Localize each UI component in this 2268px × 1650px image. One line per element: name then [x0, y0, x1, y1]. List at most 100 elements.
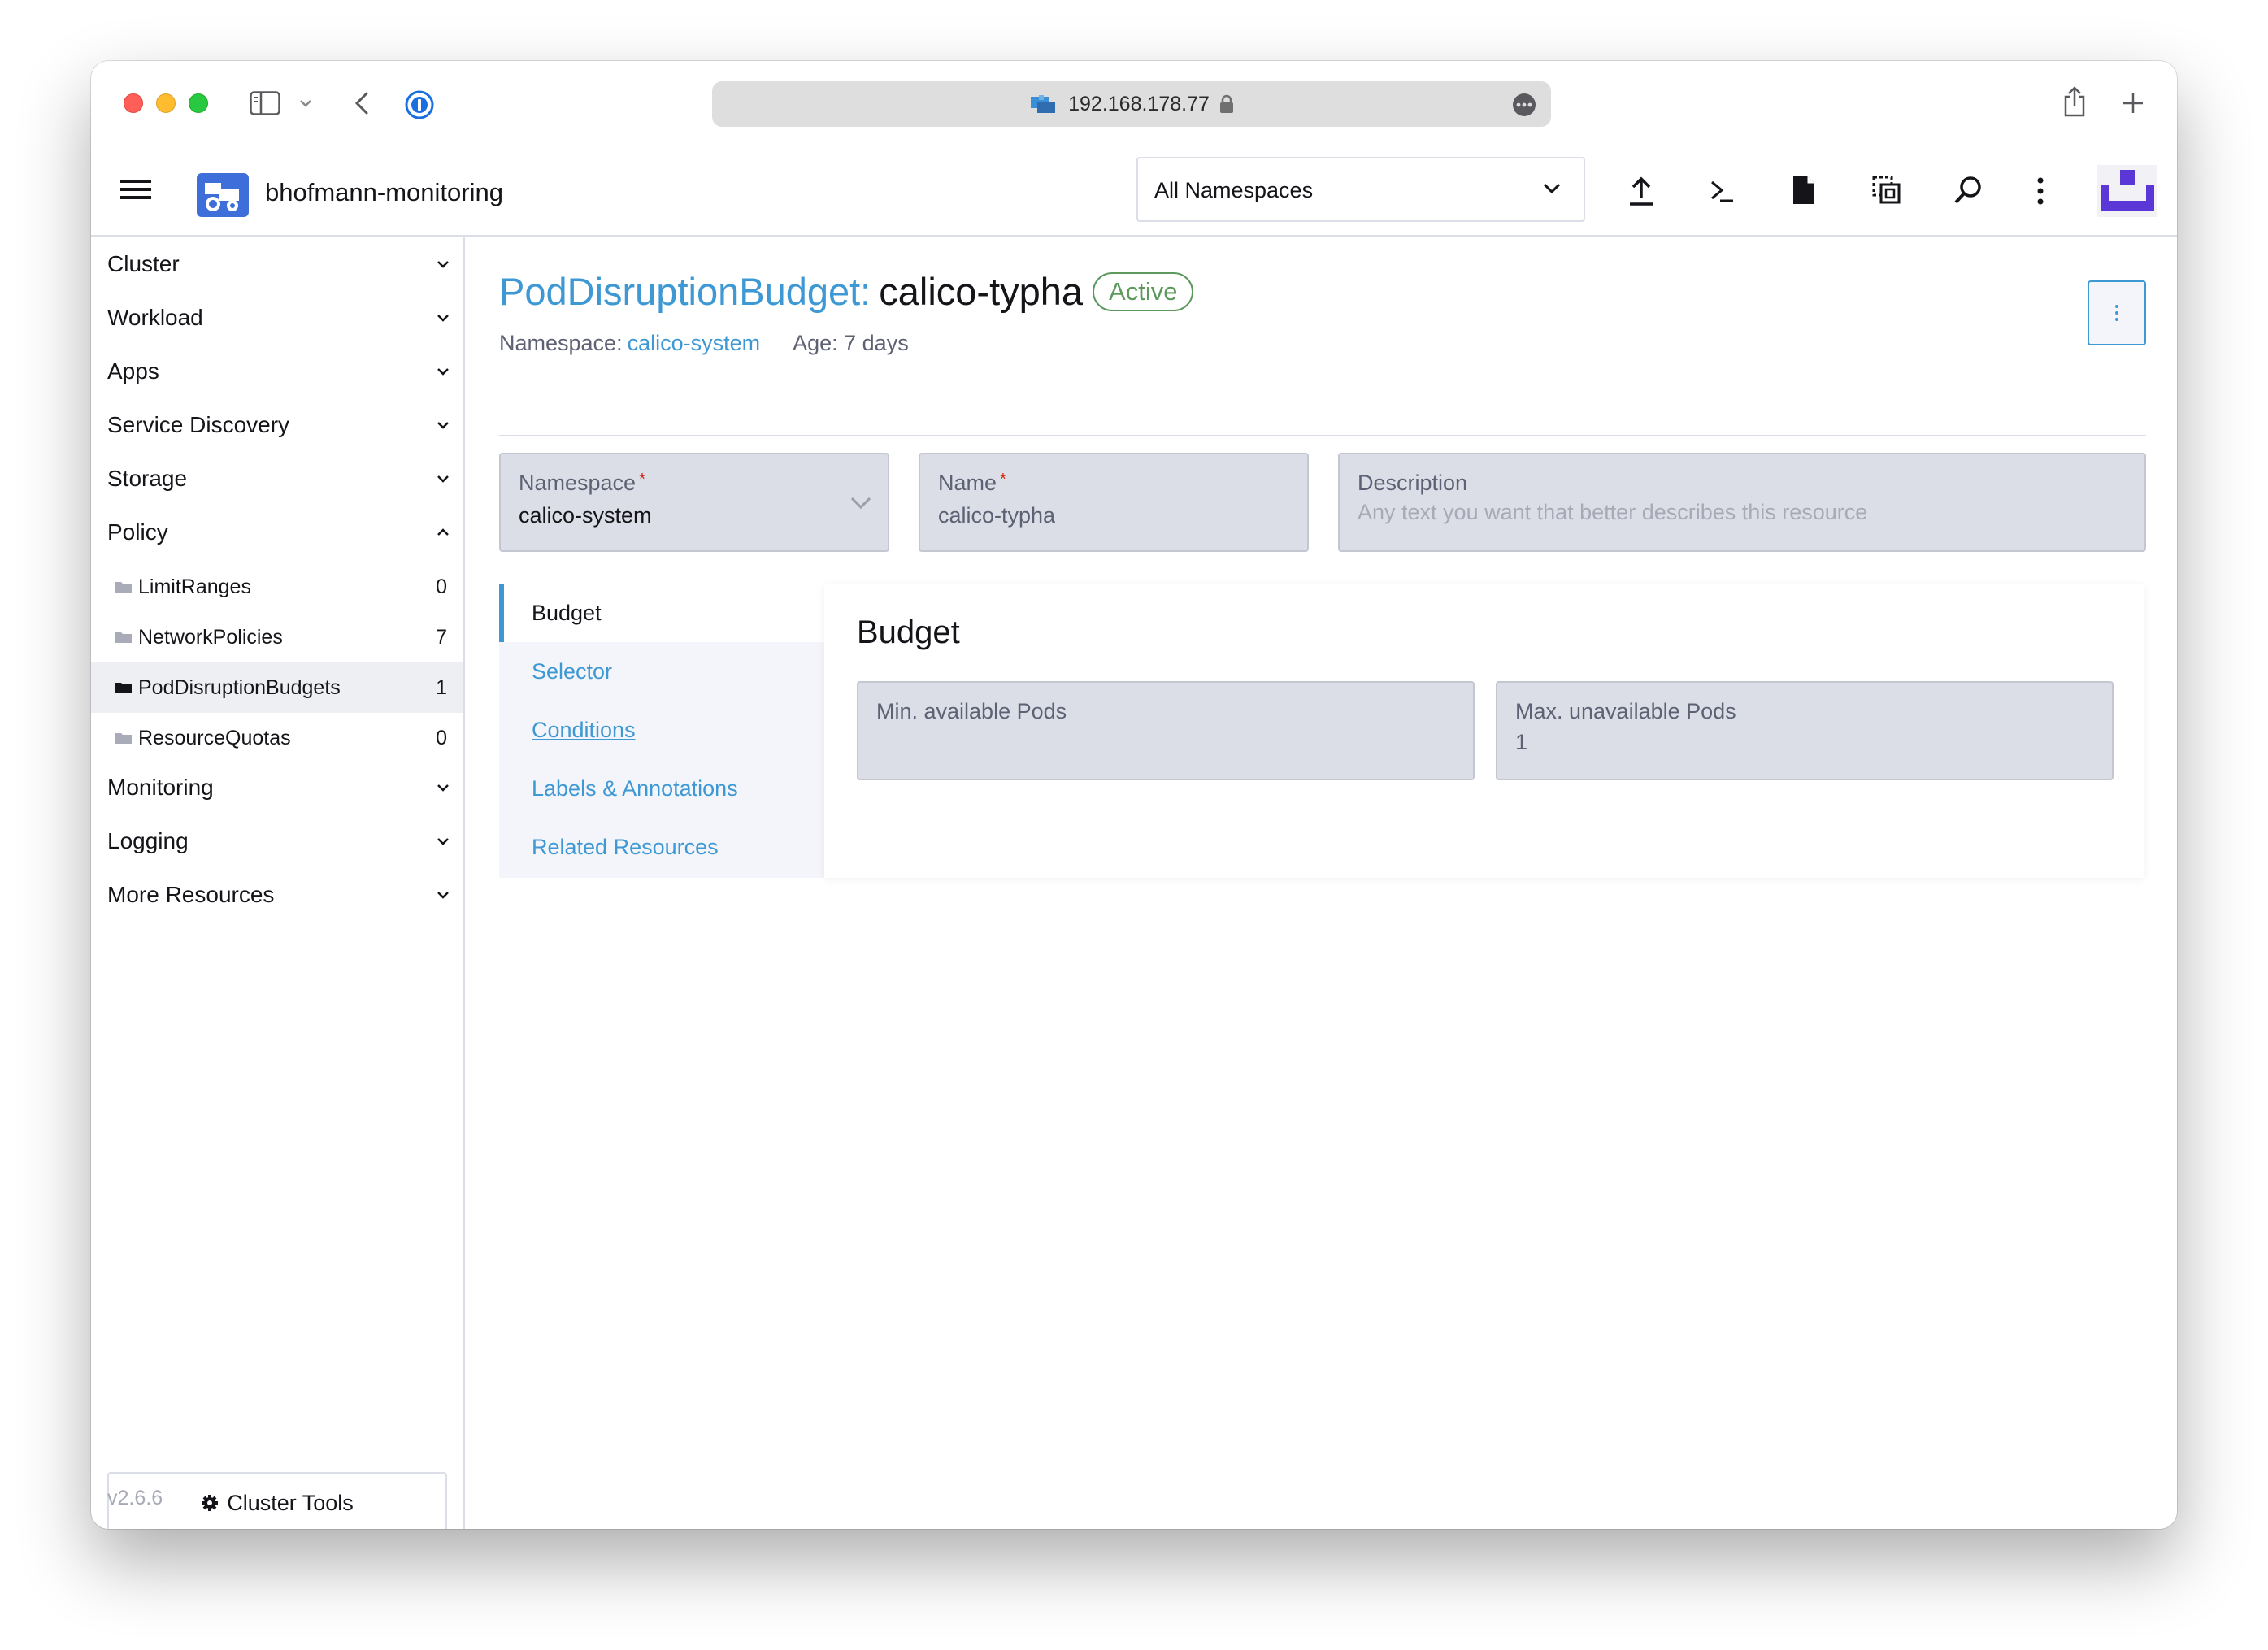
tab-related-resources[interactable]: Related Resources: [499, 818, 824, 876]
nav-group-apps[interactable]: Apps: [107, 347, 453, 396]
namespace-field-value: calico-system: [519, 503, 652, 528]
password-manager-icon[interactable]: [403, 89, 436, 121]
folder-icon: [115, 682, 132, 693]
nav-group-service-discovery[interactable]: Service Discovery: [107, 401, 453, 449]
folder-icon: [115, 581, 132, 593]
max-unavailable-pods-field[interactable]: Max. unavailable Pods 1: [1496, 681, 2114, 780]
sidebar-item-limitranges[interactable]: LimitRanges 0: [91, 562, 463, 612]
tab-label: Related Resources: [532, 834, 719, 859]
namespace-field-label: Namespace: [519, 471, 637, 495]
chevron-down-icon: [433, 415, 453, 435]
tab-budget[interactable]: Budget: [499, 584, 824, 642]
chevron-down-icon: [433, 778, 453, 797]
name-field-label: Name: [938, 471, 997, 495]
nav-group-more-resources[interactable]: More Resources: [107, 871, 453, 919]
browser-toolbar: 192.168.178.77: [91, 61, 2177, 145]
chevron-down-icon: [850, 497, 871, 510]
chevron-down-icon: [433, 308, 453, 328]
nav-group-cluster[interactable]: Cluster: [107, 240, 453, 289]
min-available-pods-label: Min. available Pods: [876, 699, 1067, 723]
tab-selector[interactable]: Selector: [499, 642, 824, 701]
nav-group-label: Logging: [107, 828, 189, 853]
chevron-down-icon: [433, 832, 453, 851]
close-window-button[interactable]: [124, 93, 143, 113]
item-count: 1: [436, 675, 447, 699]
nav-group-label: Apps: [107, 358, 159, 384]
nav-group-label: Policy: [107, 519, 168, 545]
nav-group-monitoring[interactable]: Monitoring: [107, 763, 453, 812]
actions-menu-button[interactable]: [2088, 280, 2146, 345]
main-content: PodDisruptionBudget: calico-typha Active…: [467, 237, 2177, 1529]
namespace-meta-label: Namespace:: [499, 331, 623, 355]
cluster-name[interactable]: bhofmann-monitoring: [265, 178, 503, 207]
item-count: 0: [436, 726, 447, 749]
namespace-field[interactable]: Namespace * calico-system: [499, 453, 889, 552]
import-yaml-icon[interactable]: [1627, 176, 1655, 207]
cluster-logo-icon: [197, 173, 249, 217]
nav-group-storage[interactable]: Storage: [107, 454, 453, 503]
kubectl-shell-icon[interactable]: [1709, 180, 1736, 204]
nav-group-label: Workload: [107, 305, 203, 330]
hamburger-menu-icon[interactable]: [120, 178, 153, 204]
browser-window: 192.168.178.77 bhofmann-monitoring All N…: [91, 61, 2177, 1529]
namespace-link[interactable]: calico-system: [628, 331, 761, 356]
resource-tabs: Budget Selector Conditions Labels & Anno…: [499, 584, 824, 878]
nav-group-workload[interactable]: Workload: [107, 293, 453, 342]
name-field[interactable]: Name * calico-typha: [919, 453, 1309, 552]
address-bar[interactable]: 192.168.178.77: [712, 81, 1551, 127]
more-options-icon[interactable]: [1512, 93, 1536, 117]
sidebar-toggle-icon[interactable]: [249, 90, 281, 116]
minimize-window-button[interactable]: [156, 93, 176, 113]
kebab-menu-icon[interactable]: [2036, 176, 2045, 206]
description-field-label: Description: [1358, 471, 1468, 495]
status-badge: Active: [1093, 271, 1194, 311]
age-meta: Age: 7 days: [793, 331, 909, 355]
tab-labels-annotations[interactable]: Labels & Annotations: [499, 759, 824, 818]
folder-icon: [115, 632, 132, 643]
copy-kubeconfig-icon[interactable]: [1871, 175, 1902, 206]
sidebar-item-poddisruptionbudgets[interactable]: PodDisruptionBudgets 1: [91, 662, 463, 713]
sidebar-item-label: LimitRanges: [138, 575, 251, 598]
new-tab-icon[interactable]: [2118, 89, 2148, 118]
page-title: PodDisruptionBudget: calico-typha Active: [499, 269, 1194, 314]
chevron-down-icon[interactable]: [298, 95, 314, 111]
tab-label: Budget: [532, 600, 602, 625]
nav-group-logging[interactable]: Logging: [107, 817, 453, 866]
sidebar-item-resourcequotas[interactable]: ResourceQuotas 0: [91, 713, 463, 763]
max-unavailable-pods-value: 1: [1515, 730, 1528, 754]
min-available-pods-field[interactable]: Min. available Pods: [857, 681, 1475, 780]
namespace-select[interactable]: All Namespaces: [1136, 157, 1585, 222]
chevron-down-icon: [433, 469, 453, 488]
back-arrow-icon[interactable]: [350, 90, 374, 116]
chevron-down-icon: [433, 885, 453, 905]
description-field[interactable]: Description Any text you want that bette…: [1338, 453, 2146, 552]
nav-group-label: Storage: [107, 466, 188, 491]
zoom-window-button[interactable]: [189, 93, 208, 113]
nav-group-label: Service Discovery: [107, 412, 290, 437]
share-icon[interactable]: [2058, 84, 2091, 119]
tab-label: Labels & Annotations: [532, 775, 738, 801]
chevron-up-icon: [433, 523, 453, 542]
budget-panel: Budget Min. available Pods Max. unavaila…: [824, 584, 2144, 878]
required-asterisk: *: [1000, 471, 1006, 488]
chevron-down-icon: [433, 254, 453, 274]
sidebar-item-label: ResourceQuotas: [138, 726, 291, 749]
tab-conditions[interactable]: Conditions: [499, 701, 824, 759]
description-placeholder: Any text you want that better describes …: [1358, 500, 1868, 524]
resource-meta: Namespace: calico-system Age: 7 days: [499, 331, 909, 356]
nav-group-policy[interactable]: Policy: [107, 508, 453, 557]
budget-title: Budget: [857, 614, 960, 650]
sidebar-item-networkpolicies[interactable]: NetworkPolicies 7: [91, 612, 463, 662]
tab-label: Conditions: [532, 717, 636, 742]
kubeconfig-file-icon[interactable]: [1792, 175, 1816, 206]
resource-type-link[interactable]: PodDisruptionBudget:: [499, 269, 871, 314]
resource-name: calico-typha: [879, 270, 1084, 313]
nav-group-label: Cluster: [107, 251, 180, 276]
gear-icon: [201, 1494, 219, 1512]
header-divider: [499, 435, 2146, 436]
chevron-down-icon: [1543, 183, 1561, 194]
namespace-select-value: All Namespaces: [1154, 178, 1314, 202]
version-label: v2.6.6: [107, 1487, 163, 1509]
search-icon[interactable]: [1953, 175, 1983, 206]
user-avatar[interactable]: [2097, 165, 2157, 217]
